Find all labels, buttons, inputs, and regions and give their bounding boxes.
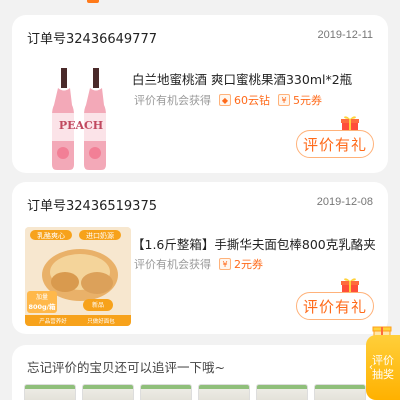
order-date: 2019-12-11 <box>317 29 373 41</box>
side-tab-line1: 评价 <box>372 353 394 367</box>
reward-badge: ¥ 2元券 <box>219 256 263 272</box>
followup-title: 忘记评价的宝贝还可以追评一下哦~ <box>27 360 225 375</box>
followup-thumbnail[interactable] <box>82 384 134 400</box>
reward-text: 2元券 <box>234 258 263 271</box>
chevron-left-icon: ‹ <box>369 362 373 373</box>
coupon-icon: ¥ <box>219 258 231 270</box>
product-image[interactable]: PEACH <box>48 65 114 175</box>
reward-badge: ◆ 60云钻 <box>219 92 270 108</box>
diamond-icon: ◆ <box>219 94 231 106</box>
order-card[interactable]: 订单号32436649777 2019-12-11 PEACH 白兰地蜜桃酒 爽… <box>12 15 388 173</box>
followup-card: 忘记评价的宝贝还可以追评一下哦~ <box>12 345 388 400</box>
followup-thumbnail[interactable] <box>140 384 192 400</box>
image-weight-2: 800g/箱 <box>28 302 56 311</box>
order-card[interactable]: 订单号32436519375 2019-12-08 乳酪爽心 进口奶源 加量 8… <box>12 182 388 334</box>
followup-thumbnail[interactable] <box>24 384 76 400</box>
image-banner-2: 进口奶源 <box>86 231 114 240</box>
bread-image-icon: 乳酪爽心 进口奶源 加量 800g/箱 新品 产品营养好 只做好面包 <box>25 227 131 326</box>
side-tab-line2: 抽奖 <box>372 367 394 381</box>
order-date: 2019-12-08 <box>316 196 373 208</box>
reward-badge: ¥ 5元券 <box>278 92 322 108</box>
reward-row: 评价有机会获得 ¥ 2元券 <box>134 255 271 273</box>
gift-icon <box>341 278 359 292</box>
reward-text: 5元券 <box>293 94 322 107</box>
reward-label: 评价有机会获得 <box>134 258 211 271</box>
peach-bottles-icon: PEACH <box>52 68 106 170</box>
tab-indicator <box>87 0 99 3</box>
order-number: 订单号32436519375 <box>27 199 157 214</box>
followup-thumbnail[interactable] <box>198 384 250 400</box>
review-lottery-tab[interactable]: ‹ 评价 抽奖 <box>366 335 400 400</box>
product-image[interactable]: 乳酪爽心 进口奶源 加量 800g/箱 新品 产品营养好 只做好面包 <box>25 227 131 326</box>
reward-text: 60云钻 <box>234 94 270 107</box>
coupon-icon: ¥ <box>278 94 290 106</box>
order-number: 订单号32436649777 <box>27 32 157 47</box>
followup-thumbnail[interactable] <box>256 384 308 400</box>
gift-icon <box>341 116 359 130</box>
image-footer-1: 产品营养好 <box>39 317 67 325</box>
image-footer-2: 只做好面包 <box>87 317 115 325</box>
review-button[interactable]: 评价有礼 <box>296 130 374 158</box>
image-weight-1: 加量 <box>36 293 48 301</box>
followup-thumbnails <box>24 384 372 400</box>
review-button[interactable]: 评价有礼 <box>296 292 374 320</box>
reward-row: 评价有机会获得 ◆ 60云钻 ¥ 5元券 <box>134 91 330 109</box>
image-banner-1: 乳酪爽心 <box>37 231 65 240</box>
reward-label: 评价有机会获得 <box>134 94 211 107</box>
followup-thumbnail[interactable] <box>314 384 366 400</box>
product-title[interactable]: 【1.6斤整箱】手撕华夫面包棒800克乳酪夹 <box>132 234 375 253</box>
image-tag: 新品 <box>92 301 104 309</box>
product-title[interactable]: 白兰地蜜桃酒 爽口蜜桃果酒330ml*2瓶 <box>132 69 377 88</box>
bottle-label: PEACH <box>59 119 103 132</box>
